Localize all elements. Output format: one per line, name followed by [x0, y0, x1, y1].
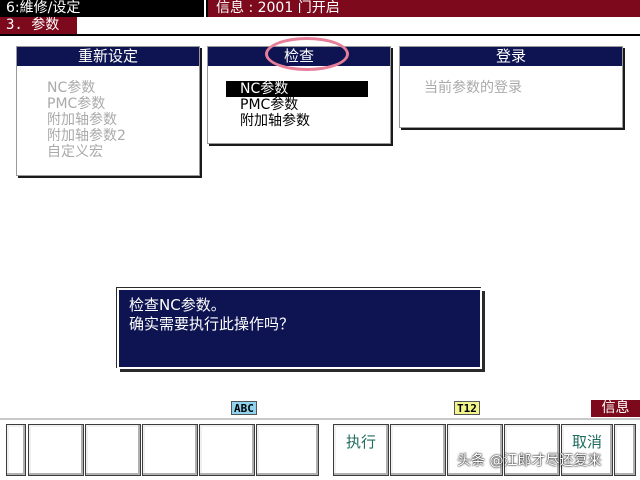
- softkey-left-arrow[interactable]: [6, 424, 26, 476]
- login-panel: 登录 当前参数的登录: [399, 46, 623, 128]
- softkey-3[interactable]: [142, 424, 198, 476]
- check-options-list: NC参数 PMC参数 附加轴参数: [208, 66, 390, 129]
- login-panel-title: 登录: [400, 47, 622, 66]
- dialog-message-line-1: 检查NC参数。: [129, 296, 226, 314]
- login-option-current-params: 当前参数的登录: [424, 80, 522, 96]
- sub-screen-title: 3. 参数: [0, 17, 77, 34]
- reset-option-nc-params: NC参数: [47, 80, 96, 96]
- header-divider: [0, 34, 640, 36]
- check-option-pmc-params[interactable]: PMC参数: [226, 97, 368, 113]
- softkey-right-arrow[interactable]: [614, 424, 636, 476]
- screen-title: 6:維修/设定: [0, 0, 206, 17]
- reset-option-additional-axis-params: 附加轴参数: [47, 112, 117, 128]
- dialog-message-line-2: 确实需要执行此操作吗？: [129, 315, 295, 333]
- confirmation-dialog: 检查NC参数。 确实需要执行此操作吗？: [117, 288, 482, 369]
- softkey-5[interactable]: [256, 424, 319, 476]
- check-option-nc-params[interactable]: NC参数: [226, 81, 368, 97]
- softkey-4[interactable]: [199, 424, 255, 476]
- t12-badge: T12: [454, 401, 480, 415]
- execute-softkey[interactable]: 执行: [333, 424, 389, 476]
- abc-input-badge: ABC: [231, 401, 257, 415]
- reset-panel-title: 重新设定: [17, 47, 199, 66]
- check-option-additional-axis-params[interactable]: 附加轴参数: [226, 113, 368, 129]
- reset-panel: 重新设定 NC参数 PMC参数 附加轴参数 附加轴参数2 自定义宏: [16, 46, 200, 176]
- sub-header-bar: 3. 参数: [0, 17, 640, 34]
- softkey-7[interactable]: [390, 424, 446, 476]
- softkey-1[interactable]: [28, 424, 84, 476]
- annotation-highlight-circle: [265, 37, 349, 71]
- info-tab[interactable]: 信息: [591, 400, 640, 417]
- login-options-list: 当前参数的登录: [400, 66, 622, 96]
- softkey-group-separator: [323, 420, 329, 480]
- softkey-2[interactable]: [85, 424, 141, 476]
- reset-option-custom-macro: 自定义宏: [47, 144, 103, 160]
- reset-options-list: NC参数 PMC参数 附加轴参数 附加轴参数2 自定义宏: [17, 66, 199, 160]
- reset-option-additional-axis-params-2: 附加轴参数2: [47, 128, 126, 144]
- reset-option-pmc-params: PMC参数: [47, 96, 106, 112]
- watermark-text: 头条 @江郎才尽还复来: [457, 453, 602, 469]
- info-message-bar: 信息 : 2001 门开启: [208, 0, 640, 17]
